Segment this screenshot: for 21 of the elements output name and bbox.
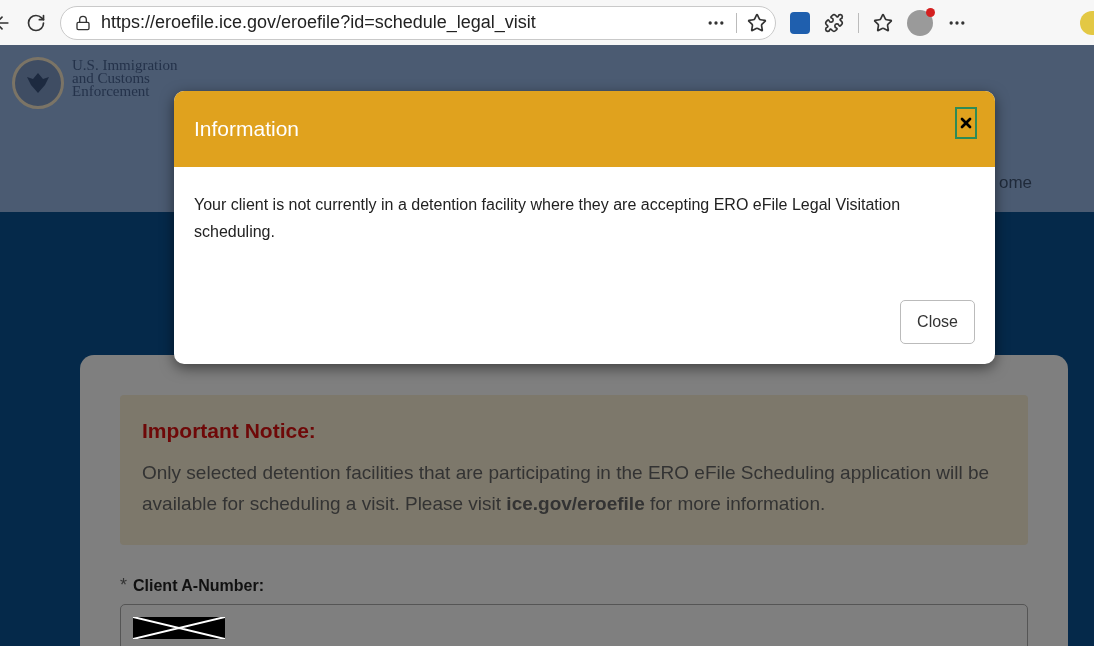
lock-icon	[75, 14, 91, 31]
extension-icon[interactable]	[790, 11, 810, 34]
dialog-message: Your client is not currently in a detention facility where they are accepting ERO eFile Legal Visitation scheduling.	[194, 195, 902, 242]
notice-text: Only selected detention facilities that are participating in the ERO eFile Scheduling application will be available for scheduling a visit. Please visit ice.gov/eroefile for more information.	[142, 461, 991, 516]
favorites-icon[interactable]	[873, 12, 893, 33]
field-label: Client A-Number:	[133, 577, 264, 595]
reload-icon[interactable]	[26, 12, 46, 33]
puzzle-icon[interactable]	[824, 12, 844, 33]
address-bar[interactable]: https://eroefile.ice.gov/eroefile?id=schedule_legal_visit	[60, 5, 776, 40]
seal-icon	[12, 57, 64, 109]
close-button[interactable]	[955, 107, 977, 139]
notice-title: Important Notice:	[142, 419, 317, 443]
url-text: https://eroefile.ice.gov/eroefile?id=schedule_legal_visit	[101, 12, 537, 33]
input-field[interactable]	[120, 604, 1028, 646]
redaction-icon	[133, 617, 225, 639]
profile-avatar[interactable]	[907, 9, 933, 36]
favorite-star-icon[interactable]	[747, 12, 767, 33]
close-button[interactable]: Close	[900, 300, 975, 344]
close-icon	[958, 115, 974, 131]
required-mark: *	[120, 575, 127, 596]
dialog-title: Information	[194, 117, 300, 141]
